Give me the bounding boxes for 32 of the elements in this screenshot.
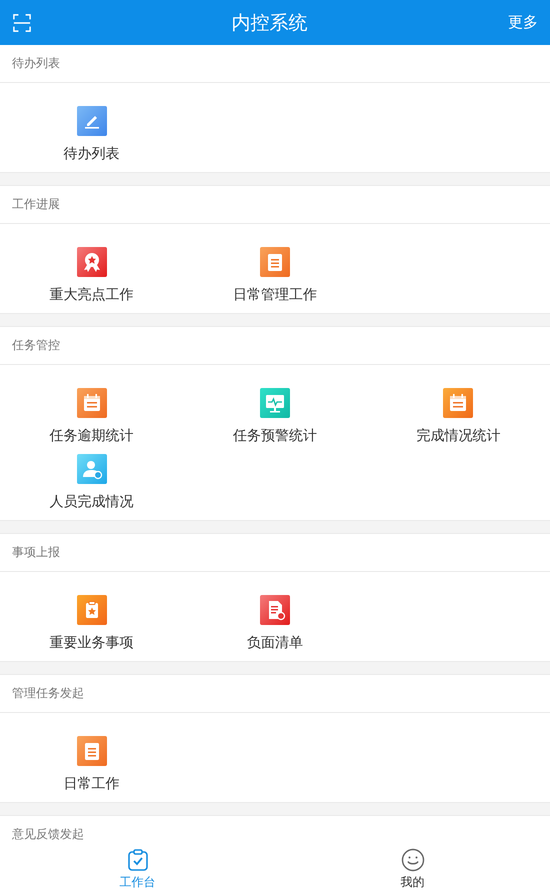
menu-item[interactable]: 负面清单	[183, 595, 367, 653]
section-title: 意见反馈发起	[12, 826, 84, 843]
smiley-icon	[400, 848, 424, 872]
clipboard-check-icon	[126, 848, 150, 872]
menu-item[interactable]: 完成情况统计	[366, 388, 550, 446]
section-title: 工作进展	[12, 196, 60, 213]
menu-item[interactable]: 日常管理工作	[183, 247, 367, 305]
notepad-icon	[76, 736, 107, 766]
menu-item[interactable]: 任务预警统计	[183, 388, 367, 446]
clipboard-icon	[260, 247, 290, 277]
menu-item[interactable]: 人员完成情况	[0, 454, 184, 512]
section-title: 任务管控	[12, 337, 60, 354]
section-title: 待办列表	[12, 55, 60, 72]
menu-item[interactable]: 日常工作	[0, 736, 184, 794]
app-title: 内控系统	[232, 10, 308, 36]
monitor-icon	[260, 388, 290, 418]
document-icon	[260, 595, 290, 625]
menu-item[interactable]: 任务逾期统计	[0, 388, 184, 446]
more-link[interactable]: 更多	[508, 13, 538, 32]
pencil-icon	[76, 106, 107, 136]
menu-item[interactable]: 重大亮点工作	[0, 247, 184, 305]
tab[interactable]: 工作台	[0, 843, 275, 896]
scan-icon[interactable]	[13, 14, 31, 32]
menu-item[interactable]: 待办列表	[0, 106, 184, 164]
menu-item[interactable]: 重要业务事项	[0, 595, 184, 653]
user-check-icon	[76, 454, 107, 484]
calendar-icon	[443, 388, 474, 418]
tab[interactable]: 我的	[275, 843, 550, 896]
section-title: 管理任务发起	[12, 685, 84, 702]
calendar-icon	[76, 388, 107, 418]
section-title: 事项上报	[12, 544, 60, 561]
award-icon	[76, 247, 107, 277]
